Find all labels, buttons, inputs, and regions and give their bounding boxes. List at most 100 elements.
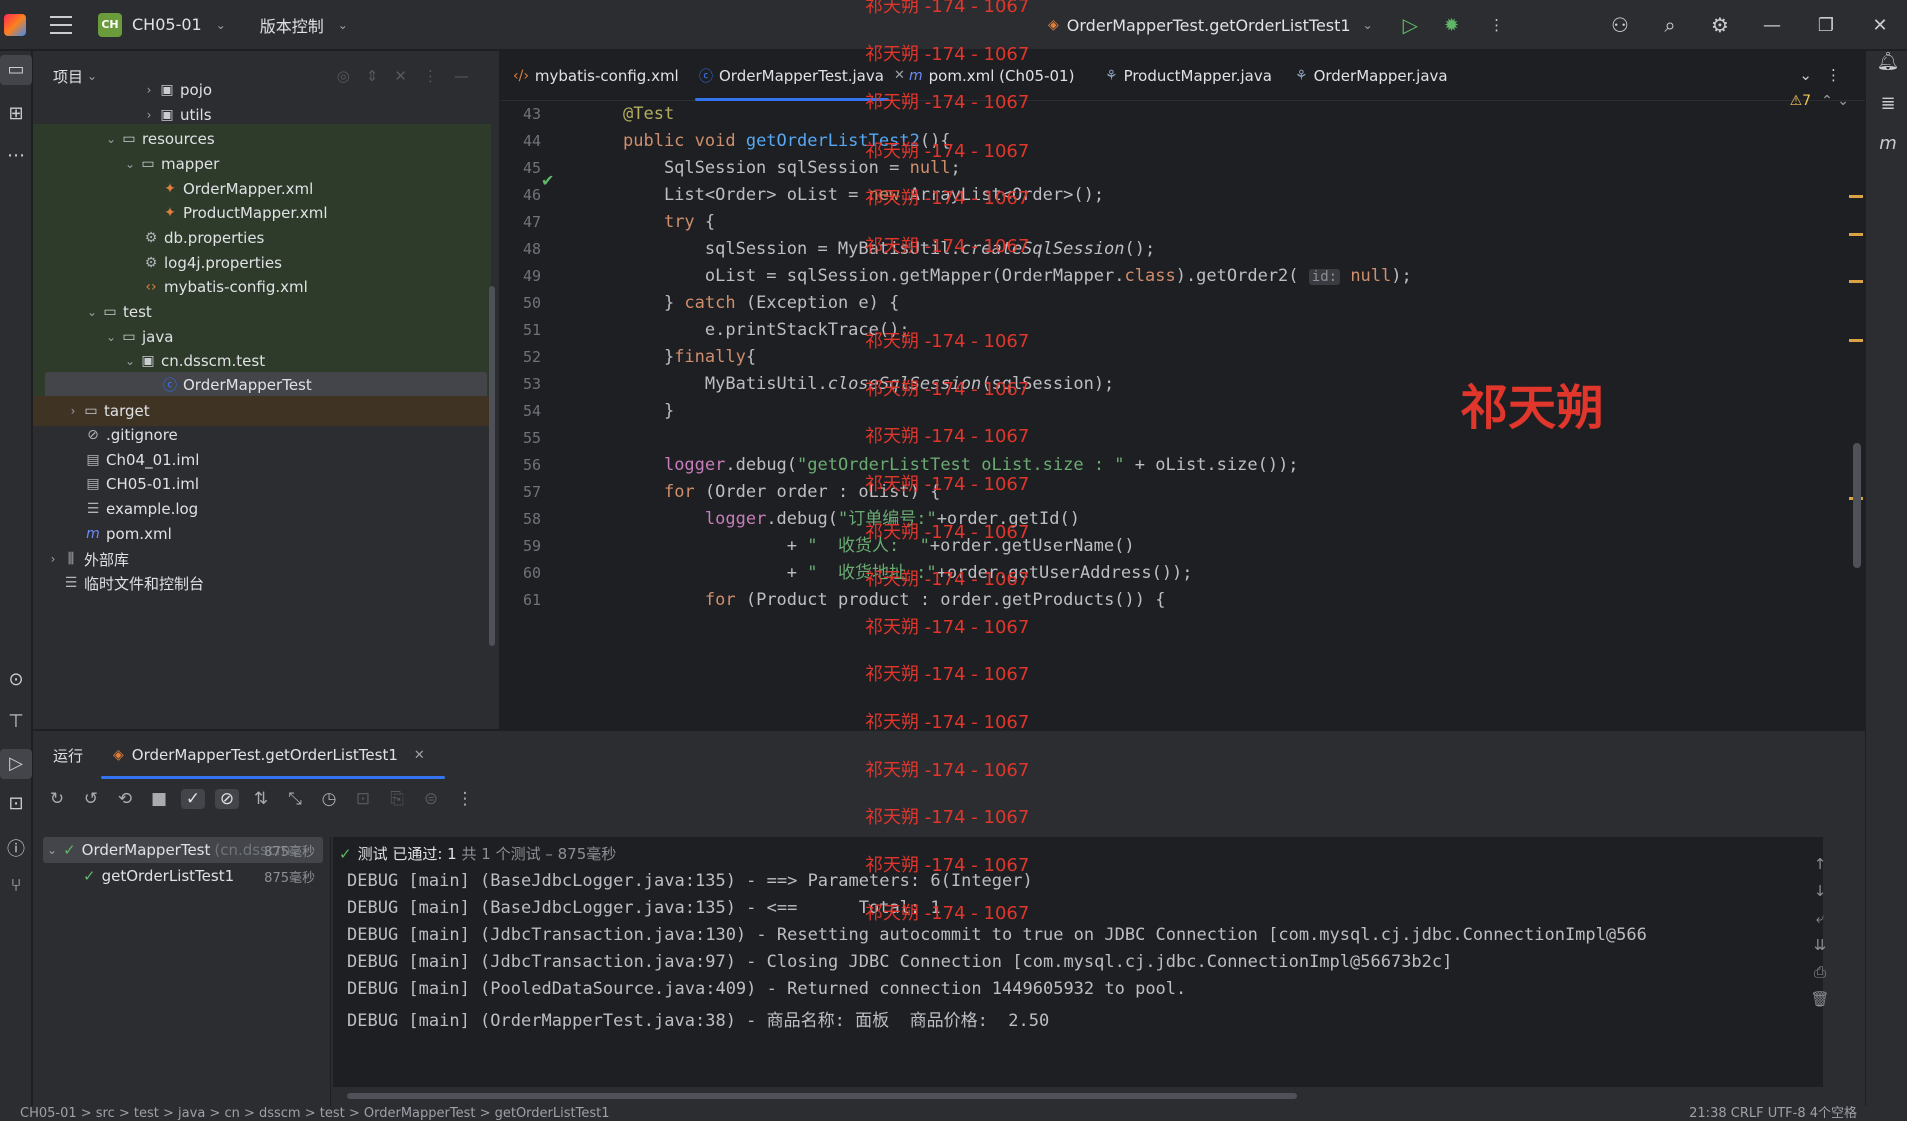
tree-item-ordermappertest[interactable]: ⓒ OrderMapperTest [45,372,487,398]
main-menu-icon[interactable] [50,15,72,34]
tab-ordermapper[interactable]: ⚘ OrderMapper.java [1283,51,1453,101]
code-line: logger.debug("订单编号:"+order.getId() [704,509,1080,529]
more-tools-icon[interactable]: ⋯ [0,145,32,166]
vcs-menu[interactable]: 版本控制 [260,13,324,37]
line-number: 61 [522,591,541,609]
terminal-icon[interactable]: ⊡ [0,793,32,814]
close-button[interactable]: ✕ [1853,15,1907,36]
console-hscrollbar[interactable] [347,1093,1297,1099]
minimize-button[interactable]: — [1745,15,1799,36]
scroll-down-icon[interactable]: ↓ [1805,878,1835,905]
breadcrumb[interactable]: CH05-01 > src > test > java > cn > dsscm… [20,1106,610,1121]
line-number: 58 [522,510,541,528]
status-bar: CH05-01 > src > test > java > cn > dsscm… [0,1106,1907,1121]
chevron-down-icon: ⌄ [337,17,348,32]
structure-tool-icon[interactable]: ⊞ [0,103,32,124]
left-tool-strip: ▭ ⊞ ⋯ ⊙ ⊤ ▷ ⊡ ⓘ ⑂ [0,51,32,1106]
history-icon[interactable]: ◷ [317,789,341,809]
tab-overflow-icons[interactable]: ⌄⋮ [1799,66,1855,84]
code-line: for (Order order : oList) { [663,482,941,502]
run-config-selector[interactable]: OrderMapperTest.getOrderListTest1 [1067,16,1351,35]
search-icon[interactable]: ⌕ [1645,13,1695,37]
trash-icon[interactable]: 🗑︎ [1805,986,1835,1013]
gear-icon[interactable]: ⚙ [1695,13,1745,37]
run-icon[interactable]: ▷ [1403,13,1418,37]
code-line: oList = sqlSession.getMapper(OrderMapper… [623,266,1412,286]
console-side-toolbar: ↑ ↓ ⤶ ⇊ ⎙ 🗑︎ [1805,851,1835,1013]
code-line: } catch (Exception e) { [623,293,900,313]
test-status: ✓ 测试 已通过: 1 共 1 个测试 – 875毫秒 [339,845,617,863]
maven-icon[interactable]: m [1872,133,1904,154]
run-tool-icon[interactable]: ▷ [0,749,32,779]
run-gutter-icon[interactable]: ✔ [541,171,554,190]
line-number: 53 [522,375,541,393]
line-number: 56 [522,456,541,474]
scroll-up-icon[interactable]: ↑ [1805,851,1835,878]
line-number: 47 [522,213,541,231]
tree-item-scratches[interactable]: ☰ 临时文件和控制台 [33,568,491,598]
warning-mark[interactable] [1849,195,1863,198]
code-line: e.printStackTrace(); [623,320,910,340]
more-actions-icon[interactable]: ⋮ [1489,16,1504,34]
run-panel-title: 运行 [53,746,84,765]
code-line: @Test [623,104,675,124]
run-panel: 运行 ◈ OrderMapperTest.getOrderListTest1 ✕… [33,730,1865,1107]
database-icon[interactable]: ≣ [1872,93,1904,114]
screenshot-icon[interactable]: ⊡ [351,789,375,809]
tab-ordermappertest[interactable]: ⓒ OrderMapperTest.java ✕ [687,51,905,101]
soft-wrap-icon[interactable]: ⤶ [1805,905,1835,932]
line-number: 49 [522,267,541,285]
print-icon[interactable]: ⎙ [1805,959,1835,986]
editor-scrollbar[interactable] [1853,443,1861,568]
debug-icon[interactable]: ✹ [1444,15,1459,36]
test-node-method[interactable]: ✓ getOrderListTest1 875毫秒 [43,863,323,889]
restore-button[interactable]: ❐ [1799,15,1853,36]
code-view[interactable]: @Test public void getOrderListTest2(){ S… [623,101,1803,729]
sort-icon[interactable]: ⇅ [249,789,273,809]
editor-tabs: ‹/› mybatis-config.xml ⓒ OrderMapperTest.j… [501,51,1865,101]
export-icon[interactable]: ⎘ [385,789,409,809]
code-line: for (Product product : order.getProducts… [704,590,1166,610]
console-output[interactable]: ✓ 测试 已通过: 1 共 1 个测试 – 875毫秒 DEBUG [main] … [333,837,1823,1087]
tab-mybatis-config[interactable]: ‹/› mybatis-config.xml [501,51,687,101]
show-passed-icon[interactable]: ✓ [181,789,205,809]
add-user-icon[interactable]: ⚇ [1595,13,1645,37]
warning-mark[interactable] [1849,339,1863,342]
git-icon[interactable]: ⑂ [0,875,32,896]
scroll-to-end-icon[interactable]: ⇊ [1805,932,1835,959]
build-icon[interactable]: ⊤ [0,711,32,732]
tab-productmapper[interactable]: ⚘ ProductMapper.java [1093,51,1283,101]
status-info[interactable]: 21:38 CRLF UTF-8 4个空格 [1689,1106,1857,1121]
console-line: DEBUG [main] (OrderMapperTest.java:38) -… [347,1011,1050,1031]
project-tool-icon[interactable]: ▭ [0,55,32,85]
run-config-icon: ◈ [113,747,124,763]
project-panel: 项目 ⌄ ◎⇕✕⋮— › ▣ pojo › ▣ utils ⌄ ▭ resources ⌄ ▭… [33,51,500,729]
tab-pom-xml[interactable]: m pom.xml (Ch05-01) [897,51,1093,101]
warning-mark[interactable] [1849,233,1863,236]
console-line: DEBUG [main] (BaseJdbcLogger.java:135) -… [347,898,941,918]
line-number: 51 [522,321,541,339]
problems-icon[interactable]: ⓘ [0,835,32,861]
close-icon[interactable]: ✕ [414,748,425,763]
code-line: sqlSession = MyBatisUtil.createSqlSessio… [623,239,1156,259]
run-config-tab[interactable]: ◈ OrderMapperTest.getOrderListTest1 ✕ [101,731,445,779]
toggle-auto-test-icon[interactable]: ⟲ [113,789,137,809]
rerun-failed-icon[interactable]: ↺ [79,789,103,809]
notifications-icon[interactable]: 🔔︎ [1872,51,1904,72]
collapse-icon[interactable]: ⤡ [283,789,307,809]
line-number: 57 [522,483,541,501]
show-ignored-icon[interactable]: ⊘ [215,789,239,809]
stop-icon[interactable]: ■ [147,789,171,809]
import-icon[interactable]: ⊜ [419,789,443,809]
code-line: List<Order> oList = new ArrayList<Order>… [623,185,1105,205]
project-scrollbar[interactable] [489,286,495,646]
more-actions-icon[interactable]: ⋮ [453,789,477,809]
services-icon[interactable]: ⊙ [0,669,32,690]
project-switcher[interactable]: CH05-01 [132,15,202,34]
code-line: MyBatisUtil.closeSqlSession(sqlSession); [623,374,1115,394]
check-icon: ✓ [83,867,96,885]
test-node-class[interactable]: ⌄ ✓ OrderMapperTest (cn.dsscm 875毫秒 [43,837,323,863]
watermark-signature: 祁天朔 [1460,380,1605,436]
warning-mark[interactable] [1849,280,1863,283]
rerun-icon[interactable]: ↻ [45,789,69,809]
